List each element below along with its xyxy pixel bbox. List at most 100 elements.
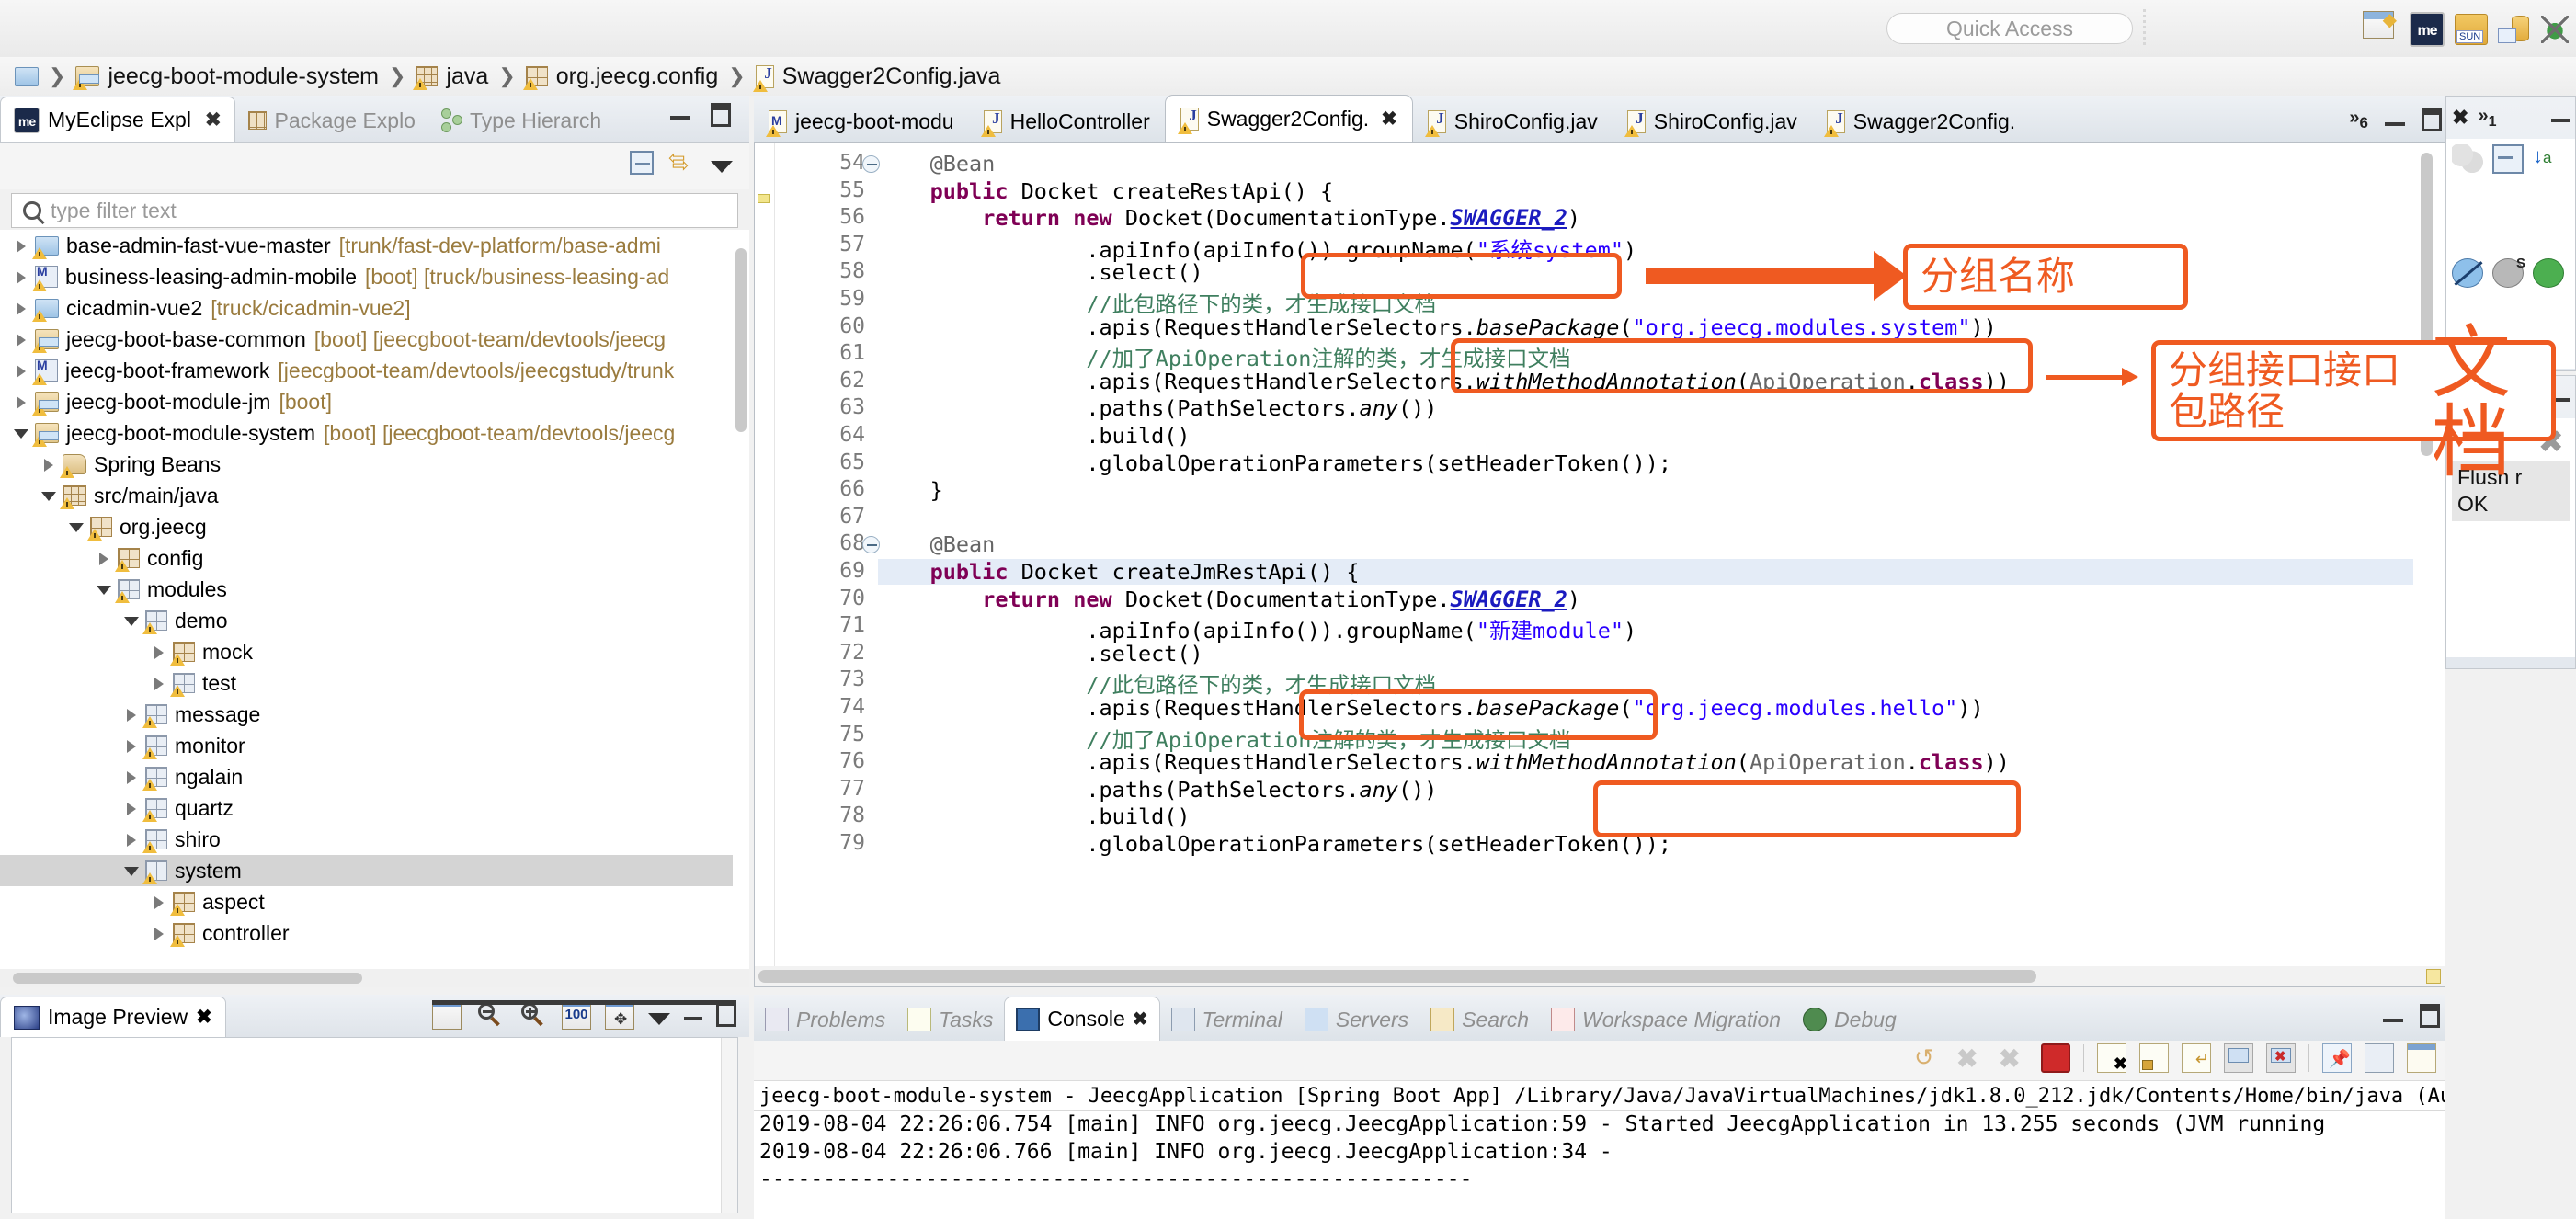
tree-item-system[interactable]: system — [0, 855, 749, 886]
tree-item-spring-beans[interactable]: Spring Beans — [0, 449, 749, 480]
minimize-icon[interactable] — [2385, 113, 2405, 126]
show-console-on-error-icon[interactable]: ✖ — [2266, 1043, 2296, 1073]
breadcrumb-item-package[interactable]: org.jeecg.config — [526, 63, 719, 90]
resume-icon[interactable] — [2533, 258, 2564, 288]
code-line[interactable]: .globalOperationParameters(setHeaderToke… — [878, 831, 1671, 857]
quick-access-input[interactable]: Quick Access — [1886, 13, 2133, 44]
bottom-tab-console[interactable]: Console✖ — [1004, 997, 1159, 1041]
tree-item-shiro[interactable]: shiro — [0, 824, 749, 855]
stop-icon[interactable] — [2041, 1043, 2070, 1073]
terminate-all-icon[interactable]: ✖ — [1999, 1043, 2028, 1073]
chevron-right-icon[interactable] — [13, 230, 31, 261]
chevron-right-icon[interactable] — [123, 792, 142, 824]
tree-item-jeecg-boot-base-common[interactable]: jeecg-boot-base-common[boot] [jeecgboot-… — [0, 324, 749, 355]
bottom-tab-search[interactable]: Search — [1419, 998, 1540, 1041]
editor-tab-3[interactable]: ShiroConfig.jav — [1413, 100, 1613, 142]
editor-tab-0[interactable]: jeecg-boot-modu — [754, 100, 969, 142]
tree-item-src-main-java[interactable]: src/main/java — [0, 480, 749, 511]
breadcrumb-item-project[interactable]: jeecg-boot-module-system — [75, 63, 379, 90]
open-console-icon[interactable] — [2407, 1043, 2436, 1073]
project-tree[interactable]: base-admin-fast-vue-master[trunk/fast-de… — [0, 230, 749, 987]
chevron-right-icon[interactable] — [151, 667, 169, 699]
tree-item-org-jeecg[interactable]: org.jeecg — [0, 511, 749, 542]
code-line[interactable]: .globalOperationParameters(setHeaderToke… — [878, 450, 1671, 476]
chevron-down-icon[interactable] — [13, 417, 31, 449]
chevron-right-icon[interactable] — [96, 542, 114, 574]
tree-item-controller[interactable]: controller — [0, 917, 749, 949]
tree-item-business-leasing-admin-mobile[interactable]: business-leasing-admin-mobile[boot] [tru… — [0, 261, 749, 292]
view-menu-icon[interactable] — [648, 1013, 670, 1025]
editor-tab-overflow[interactable]: »6 — [2349, 108, 2368, 132]
display-selected-console-icon[interactable] — [2365, 1043, 2394, 1073]
breadcrumb-item-source-folder[interactable]: java — [416, 63, 488, 90]
minimize-icon[interactable] — [2551, 111, 2570, 122]
tree-horizontal-scrollbar[interactable] — [0, 969, 749, 987]
database-perspective-icon[interactable] — [2498, 14, 2529, 45]
chevron-down-icon[interactable] — [123, 605, 142, 636]
sun-java-perspective-icon[interactable] — [2455, 14, 2488, 45]
view-menu-icon[interactable] — [711, 161, 733, 173]
tree-item-monitor[interactable]: monitor — [0, 730, 749, 761]
tree-item-ngalain[interactable]: ngalain — [0, 761, 749, 792]
tab-image-preview[interactable]: Image Preview ✖ — [0, 997, 226, 1037]
close-icon[interactable]: ✖ — [205, 108, 222, 131]
sort-icon[interactable]: ↓a — [2533, 144, 2564, 174]
bottom-tab-tasks[interactable]: Tasks — [896, 998, 1004, 1041]
chevron-right-icon[interactable] — [123, 699, 142, 730]
code-line[interactable]: @Bean — [878, 151, 995, 177]
debug-perspective-icon[interactable] — [2539, 14, 2570, 45]
chevron-right-icon[interactable] — [123, 730, 142, 761]
tab-package-explorer[interactable]: Package Explo — [235, 98, 428, 142]
code-line[interactable]: public Docket createRestApi() { — [878, 178, 1333, 204]
chevron-right-icon[interactable] — [13, 355, 31, 386]
collapse-all-icon[interactable] — [630, 151, 654, 175]
code-line[interactable]: return new Docket(DocumentationType.SWAG… — [878, 205, 1580, 231]
terminate-icon[interactable]: ✖ — [1956, 1043, 1986, 1073]
tree-vertical-scrollbar[interactable] — [733, 230, 749, 987]
code-line[interactable]: .paths(PathSelectors.any()) — [878, 777, 1437, 803]
breadcrumb-item-root[interactable] — [15, 67, 39, 86]
bottom-tab-debug[interactable]: Debug — [1792, 998, 1908, 1041]
maximize-icon[interactable] — [2420, 1004, 2440, 1028]
chevron-down-icon[interactable] — [40, 480, 59, 511]
maximize-icon[interactable] — [716, 1003, 736, 1027]
minimize-icon[interactable] — [684, 1009, 702, 1020]
editor-tab-1[interactable]: HelloController — [969, 100, 1165, 142]
clear-console-icon[interactable]: ✖ — [2097, 1043, 2126, 1073]
close-icon[interactable]: ✖ — [196, 1006, 212, 1029]
breadcrumb-item-file[interactable]: Swagger2Config.java — [756, 63, 1001, 90]
code-line[interactable]: .build() — [878, 423, 1191, 449]
preview-scrollbar[interactable] — [721, 1038, 737, 1213]
editor-horizontal-scrollbar[interactable] — [755, 966, 2445, 986]
editor-annotation-ruler[interactable] — [755, 143, 775, 966]
chevron-down-icon[interactable] — [96, 574, 114, 605]
tree-item-mock[interactable]: mock — [0, 636, 749, 667]
tab-type-hierarchy[interactable]: Type Hierarch — [428, 98, 614, 142]
chevron-right-icon[interactable] — [123, 761, 142, 792]
tree-item-aspect[interactable]: aspect — [0, 886, 749, 917]
link-with-editor-icon[interactable] — [668, 152, 696, 174]
tree-item-base-admin-fast-vue-master[interactable]: base-admin-fast-vue-master[trunk/fast-de… — [0, 230, 749, 261]
chevron-right-icon[interactable] — [40, 449, 59, 480]
tree-item-jeecg-boot-module-system[interactable]: jeecg-boot-module-system[boot] [jeecgboo… — [0, 417, 749, 449]
code-line[interactable]: .apis(RequestHandlerSelectors.withMethod… — [878, 749, 2010, 775]
editor-tab-4[interactable]: ShiroConfig.jav — [1613, 100, 1812, 142]
filter-input[interactable]: type filter text — [11, 193, 738, 228]
bottom-tab-servers[interactable]: Servers — [1294, 998, 1419, 1041]
chevron-right-icon[interactable] — [151, 917, 169, 949]
pin-console-icon[interactable]: 📌 — [2322, 1043, 2352, 1073]
tree-item-jeecg-boot-framework[interactable]: jeecg-boot-framework[jeecgboot-team/devt… — [0, 355, 749, 386]
view-overflow-icon[interactable]: »1 — [2478, 106, 2496, 131]
code-line[interactable]: } — [878, 477, 943, 503]
relaunch-icon[interactable]: ↺ — [1914, 1043, 1943, 1073]
chevron-right-icon[interactable] — [123, 824, 142, 855]
word-wrap-icon[interactable]: ↵ — [2182, 1043, 2211, 1073]
tree-item-modules[interactable]: modules — [0, 574, 749, 605]
maximize-icon[interactable] — [711, 103, 731, 127]
editor-vertical-scrollbar[interactable] — [2413, 143, 2445, 966]
code-line[interactable]: @Bean — [878, 531, 995, 557]
bottom-tab-problems[interactable]: Problems — [754, 998, 896, 1041]
code-line[interactable]: .select() — [878, 641, 1203, 666]
lock-scroll-icon[interactable] — [2139, 1043, 2169, 1073]
code-line[interactable]: return new Docket(DocumentationType.SWAG… — [878, 587, 1580, 612]
